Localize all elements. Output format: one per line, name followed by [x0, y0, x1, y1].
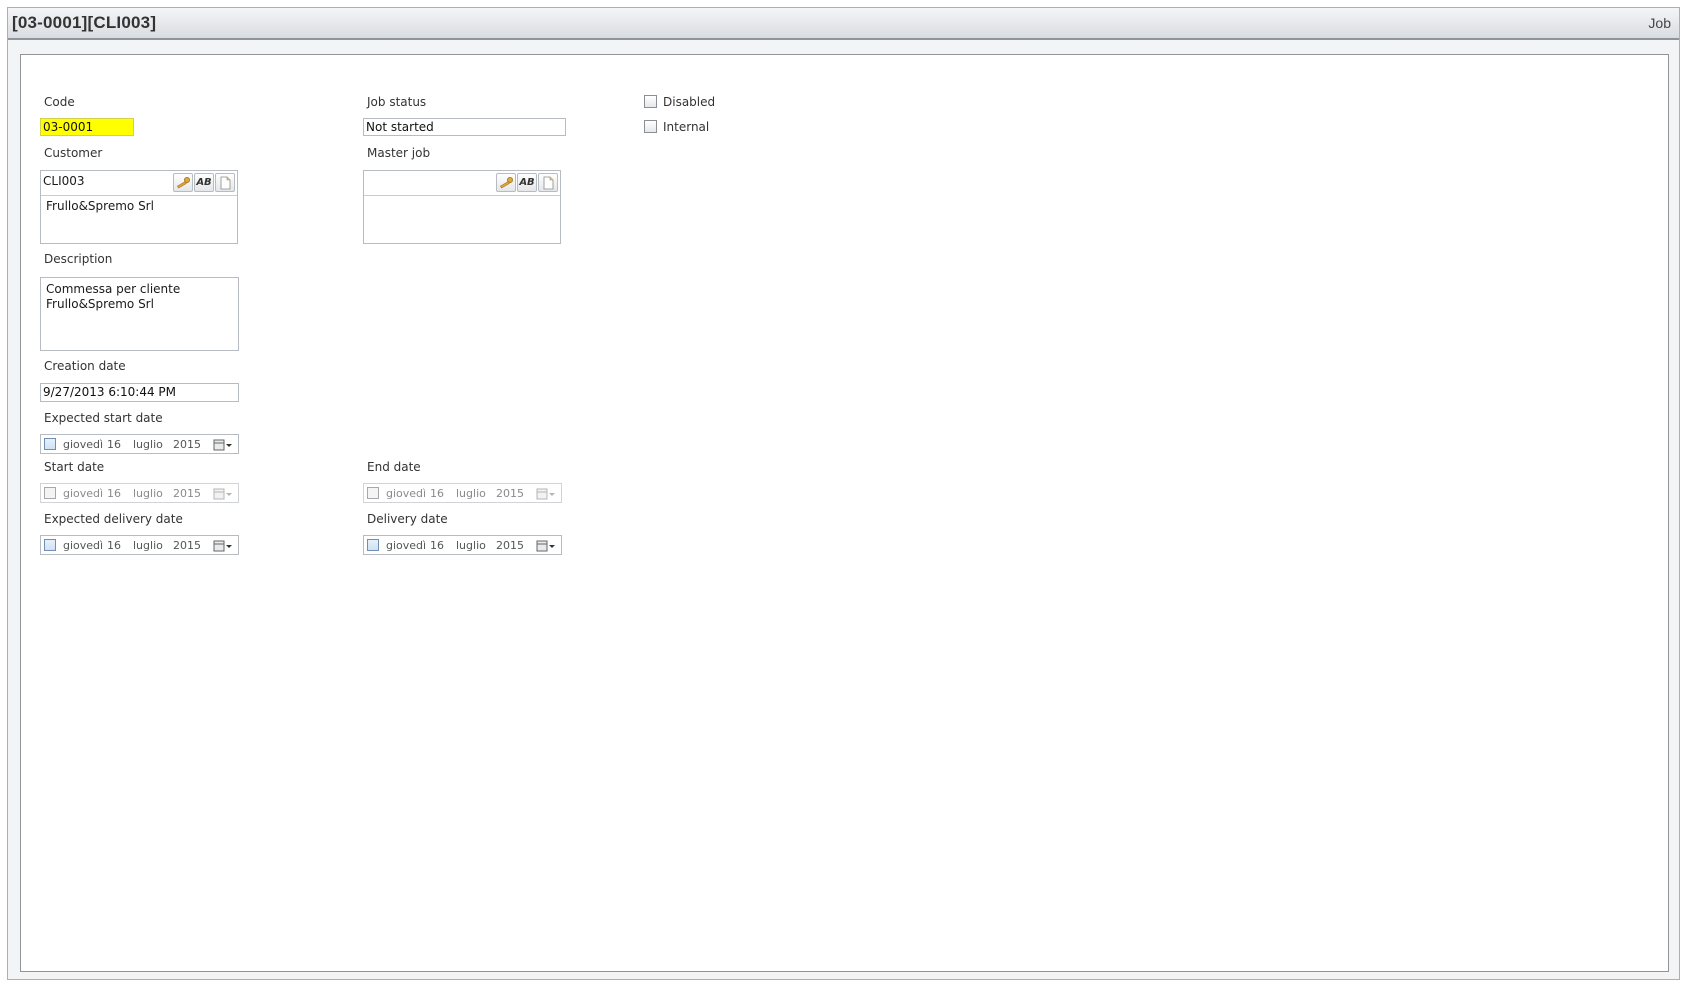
delivery-date-weekday: giovedì: [386, 539, 427, 552]
end-date-picker[interactable]: giovedì 16 luglio 2015: [363, 483, 562, 503]
end-date-weekday: giovedì: [386, 487, 427, 500]
expected-start-date-label: Expected start date: [44, 411, 163, 425]
description-label: Description: [44, 252, 113, 266]
expected-start-date-checkbox[interactable]: [44, 438, 56, 450]
delivery-date-day: 16: [430, 539, 444, 552]
expected-delivery-date-label: Expected delivery date: [44, 512, 183, 526]
start-date-month: luglio: [133, 487, 163, 500]
context-label: Job: [1648, 15, 1671, 31]
description-line-2: Frullo&Spremo Srl: [46, 297, 154, 311]
job-status-field[interactable]: Not started: [363, 118, 566, 136]
job-status-value: Not started: [366, 120, 434, 134]
customer-ab-button[interactable]: AB: [194, 173, 214, 192]
expected-start-date-month: luglio: [133, 438, 163, 451]
internal-label: Internal: [663, 120, 710, 134]
delivery-date-month: luglio: [456, 539, 486, 552]
calendar-icon[interactable]: [536, 539, 556, 553]
code-field[interactable]: 03-0001: [40, 118, 134, 136]
creation-date-value: 9/27/2013 6:10:44 PM: [43, 385, 177, 399]
master-job-lookup: AB: [363, 170, 561, 244]
master-job-new-button[interactable]: [538, 173, 558, 192]
description-line-1: Commessa per cliente: [46, 282, 181, 296]
calendar-icon[interactable]: [213, 539, 233, 553]
customer-new-button[interactable]: [215, 173, 235, 192]
master-job-ab-button[interactable]: AB: [517, 173, 537, 192]
end-date-label: End date: [367, 460, 421, 474]
new-document-icon: [220, 176, 231, 190]
disabled-checkbox[interactable]: [644, 95, 657, 108]
expected-delivery-date-month: luglio: [133, 539, 163, 552]
delivery-date-checkbox[interactable]: [367, 539, 379, 551]
customer-lookup: CLI003 AB Frullo&Spremo Srl: [40, 170, 238, 244]
customer-name: Frullo&Spremo Srl: [46, 199, 154, 213]
chevron-down-icon: [226, 545, 232, 548]
title-bar: [03-0001][CLI003] Job: [8, 8, 1679, 40]
start-date-label: Start date: [44, 460, 105, 474]
creation-date-label: Creation date: [44, 359, 126, 373]
delivery-date-picker[interactable]: giovedì 16 luglio 2015: [363, 535, 562, 555]
chevron-down-icon: [549, 493, 555, 496]
chevron-down-icon: [549, 545, 555, 548]
end-date-year: 2015: [496, 487, 524, 500]
window-title: [03-0001][CLI003]: [12, 13, 157, 32]
key-icon: [177, 177, 190, 189]
expected-delivery-date-day: 16: [107, 539, 121, 552]
start-date-year: 2015: [173, 487, 201, 500]
end-date-checkbox[interactable]: [367, 487, 379, 499]
chevron-down-icon: [226, 444, 232, 447]
key-icon: [500, 177, 513, 189]
customer-code: CLI003: [43, 174, 85, 188]
expected-delivery-date-checkbox[interactable]: [44, 539, 56, 551]
start-date-day: 16: [107, 487, 121, 500]
start-date-weekday: giovedì: [63, 487, 104, 500]
expected-delivery-date-year: 2015: [173, 539, 201, 552]
delivery-date-year: 2015: [496, 539, 524, 552]
chevron-down-icon: [226, 493, 232, 496]
master-job-search-button[interactable]: [496, 173, 516, 192]
calendar-icon[interactable]: [213, 487, 233, 501]
code-value: 03-0001: [43, 120, 94, 134]
delivery-date-label: Delivery date: [367, 512, 448, 526]
form-panel: Code 03-0001 Job status Not started Disa…: [20, 54, 1669, 972]
start-date-picker[interactable]: giovedì 16 luglio 2015: [40, 483, 239, 503]
job-status-label: Job status: [367, 95, 427, 109]
internal-checkbox[interactable]: [644, 120, 657, 133]
master-job-code-row[interactable]: AB: [364, 171, 560, 196]
customer-search-button[interactable]: [173, 173, 193, 192]
calendar-icon[interactable]: [536, 487, 556, 501]
end-date-day: 16: [430, 487, 444, 500]
expected-start-date-picker[interactable]: giovedì 16 luglio 2015: [40, 434, 239, 454]
creation-date-field[interactable]: 9/27/2013 6:10:44 PM: [40, 383, 239, 402]
master-job-label: Master job: [367, 146, 431, 160]
customer-code-row[interactable]: CLI003 AB: [41, 171, 237, 196]
new-document-icon: [543, 176, 554, 190]
expected-start-date-day: 16: [107, 438, 121, 451]
end-date-month: luglio: [456, 487, 486, 500]
expected-start-date-weekday: giovedì: [63, 438, 104, 451]
customer-label: Customer: [44, 146, 103, 160]
code-label: Code: [44, 95, 75, 109]
start-date-checkbox[interactable]: [44, 487, 56, 499]
expected-delivery-date-picker[interactable]: giovedì 16 luglio 2015: [40, 535, 239, 555]
description-field[interactable]: Commessa per cliente Frullo&Spremo Srl: [40, 277, 239, 351]
expected-delivery-date-weekday: giovedì: [63, 539, 104, 552]
calendar-icon[interactable]: [213, 438, 233, 452]
job-window: [03-0001][CLI003] Job Code 03-0001 Job s…: [7, 7, 1680, 980]
expected-start-date-year: 2015: [173, 438, 201, 451]
disabled-label: Disabled: [663, 95, 716, 109]
